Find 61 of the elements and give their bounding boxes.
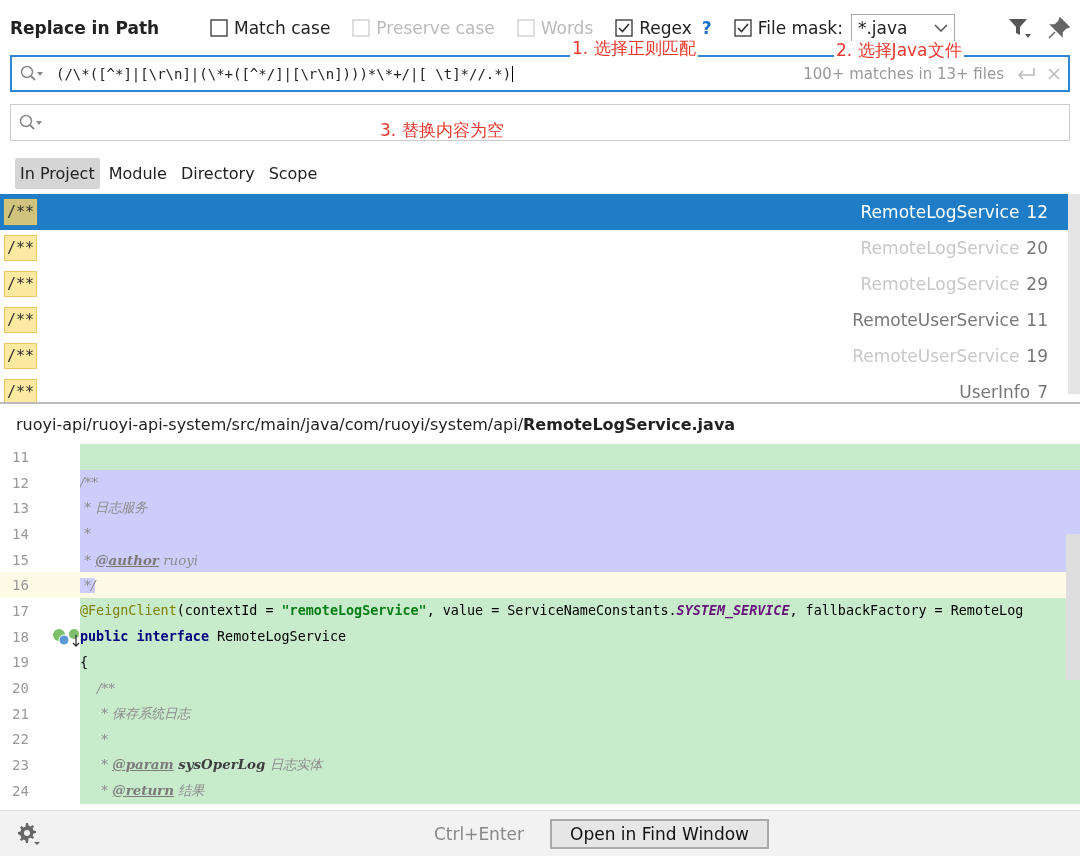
chevron-down-icon <box>933 23 948 32</box>
annotation-text: 1. 选择正则匹配 <box>570 39 698 58</box>
pin-icon[interactable] <box>1048 16 1070 39</box>
line-number: 18 <box>11 628 30 645</box>
line-number: 21 <box>11 705 30 722</box>
file-name: RemoteLogService <box>860 202 1020 222</box>
window-title: Replace in Path <box>10 17 161 38</box>
option-label[interactable]: File mask: <box>757 17 843 38</box>
line-number: 12 <box>1026 202 1048 222</box>
filter-icon[interactable] <box>1008 16 1032 39</box>
line-number: 20 <box>1026 238 1048 258</box>
line-number: 17 <box>11 602 30 619</box>
line-number: 19 <box>11 654 30 671</box>
option-label[interactable]: Match case <box>234 17 331 38</box>
result-row[interactable]: /** RemoteLogService 12 <box>0 194 1068 230</box>
line-number: 22 <box>11 731 30 748</box>
match-snippet: /** <box>4 271 38 297</box>
scope-tab[interactable]: In Project <box>15 158 100 189</box>
match-snippet: /** <box>4 199 38 225</box>
replace-field[interactable] <box>10 104 1070 141</box>
file-name: RemoteUserService <box>852 310 1020 330</box>
checkbox[interactable] <box>733 18 752 37</box>
annotation-text: 2. 选择Java文件 <box>834 41 964 60</box>
line-number: 13 <box>11 500 30 517</box>
open-in-find-window-button[interactable]: Open in Find Window <box>550 818 769 849</box>
help-link[interactable]: ? <box>701 17 712 38</box>
annotation-text: 3. 替换内容为空 <box>378 121 506 140</box>
line-number: 24 <box>11 782 30 799</box>
file-path: ruoyi-api/ruoyi-api-system/src/main/java/com/ruoyi/system/api/RemoteLogService.java <box>15 414 737 436</box>
line-number: 12 <box>11 474 30 491</box>
scope-tab[interactable]: Scope <box>263 158 323 189</box>
line-number: 11 <box>1026 310 1048 330</box>
line-number: 16 <box>11 577 30 594</box>
search-icon[interactable] <box>19 113 43 132</box>
settings-icon[interactable] <box>16 821 40 846</box>
line-number: 7 <box>1037 382 1048 402</box>
close-icon[interactable] <box>1048 67 1060 80</box>
line-number: 14 <box>11 525 30 542</box>
line-number: 20 <box>11 680 30 697</box>
match-snippet: /** <box>4 307 38 333</box>
file-name: UserInfo <box>959 382 1031 402</box>
line-number: 19 <box>1026 346 1048 366</box>
checkbox[interactable] <box>210 18 228 37</box>
scrollbar[interactable] <box>1066 534 1080 680</box>
checkbox[interactable] <box>615 18 634 37</box>
shortcut-hint: Ctrl+Enter <box>433 823 524 844</box>
scope-tab[interactable]: Directory <box>175 158 260 189</box>
search-icon[interactable] <box>20 64 44 83</box>
scrollbar[interactable] <box>1068 194 1080 394</box>
enter-icon[interactable] <box>1016 66 1036 81</box>
scope-tab[interactable]: Module <box>103 158 172 189</box>
line-number: 15 <box>11 551 30 568</box>
option-label[interactable]: Regex <box>639 17 692 38</box>
match-snippet: /** <box>4 379 38 402</box>
match-snippet: /** <box>4 343 38 369</box>
line-number: 11 <box>11 448 30 465</box>
match-snippet: /** <box>4 235 38 261</box>
match-count: 100+ matches in 13+ files <box>803 64 1004 83</box>
line-number: 29 <box>1026 274 1048 294</box>
gutter-icons-drawing[interactable] <box>52 626 80 647</box>
line-number: 23 <box>11 757 30 774</box>
